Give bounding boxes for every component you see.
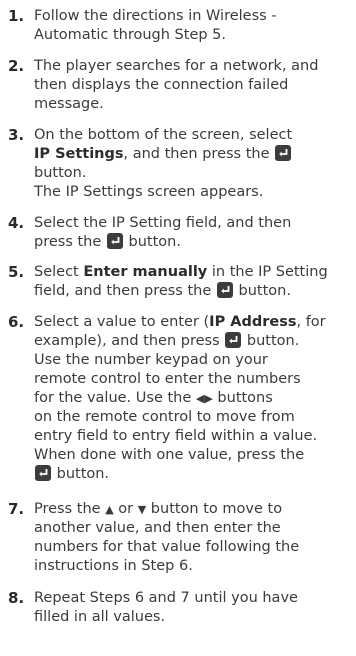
text: button. — [128, 234, 181, 250]
step-text: The player searches for a network, and t… — [34, 57, 352, 114]
down-arrow-icon: ▼ — [137, 503, 147, 516]
instruction-steps: 1. Follow the directions in Wireless - A… — [0, 0, 356, 656]
step-line: entry field to entry field within a valu… — [34, 428, 318, 444]
text: button. — [246, 333, 300, 349]
step-line: Press the ▲ or ▼ button to move to — [34, 500, 352, 519]
text: example), and then press — [34, 333, 220, 349]
step-line: Select the IP Setting field, and then — [34, 215, 292, 231]
step-line: When done with one value, press the — [34, 447, 305, 463]
step-number: 5. — [8, 263, 25, 281]
enter-icon — [225, 332, 242, 348]
step-line: on the remote control to move from — [34, 409, 295, 425]
step-line: then displays the connection failed — [34, 77, 289, 93]
step-line: filled in all values. — [34, 609, 166, 625]
ip-address-term: IP Address — [209, 314, 297, 330]
up-arrow-icon: ▲ — [105, 503, 114, 516]
text: , for — [296, 314, 326, 330]
step-text: Select a value to enter (IP Address, for… — [34, 313, 352, 484]
text: , and then press the — [123, 146, 270, 162]
step-number: 7. — [8, 500, 25, 518]
step-line: message. — [34, 96, 104, 112]
enter-icon — [106, 233, 123, 249]
step-line: example), and then press button. — [34, 332, 352, 351]
text: in the IP Setting — [211, 264, 328, 280]
step-line: press the button. — [34, 233, 352, 252]
step-text: On the bottom of the screen, select IP S… — [34, 126, 352, 202]
text: Select a value to enter ( — [34, 314, 210, 330]
step-number: 1. — [8, 7, 25, 25]
enter-icon — [275, 145, 292, 161]
step-number: 2. — [8, 57, 25, 75]
step-line: button. — [34, 465, 352, 484]
step-number: 3. — [8, 126, 25, 144]
step-text: Select Enter manually in the IP Setting … — [34, 263, 352, 301]
text: press the — [34, 234, 102, 250]
text: for the value. Use the — [34, 390, 192, 406]
step-line: On the bottom of the screen, select — [34, 127, 293, 143]
step-line: Select a value to enter (IP Address, for — [34, 313, 352, 332]
step-line: instructions in Step 6. — [34, 558, 193, 574]
text: field, and then press the — [34, 283, 212, 299]
enter-icon — [35, 465, 51, 481]
step-number: 8. — [8, 589, 25, 607]
enter-icon — [216, 282, 233, 298]
step-text: Select the IP Setting field, and then pr… — [34, 214, 352, 252]
enter-manually-term: Enter manually — [83, 264, 208, 280]
step-line: The IP Settings screen appears. — [34, 184, 264, 200]
step-line: Repeat Steps 6 and 7 until you have — [34, 590, 298, 606]
step-line: field, and then press the button. — [34, 282, 352, 301]
step-line: IP Settings, and then press the — [34, 145, 352, 164]
step-text: Follow the directions in Wireless - Auto… — [34, 7, 352, 45]
step-text: Repeat Steps 6 and 7 until you have fill… — [34, 589, 352, 627]
step-line: numbers for that value following the — [34, 539, 300, 555]
step-text: Press the ▲ or ▼ button to move to anoth… — [34, 500, 352, 576]
step-line: another value, and then enter the — [34, 520, 281, 536]
ip-settings-term: IP Settings — [34, 146, 124, 162]
text: button to move to — [150, 501, 283, 517]
step-number: 6. — [8, 313, 25, 331]
step-line: Automatic through Step 5. — [34, 27, 227, 43]
text: Select — [34, 264, 79, 280]
text: button. — [238, 283, 291, 299]
step-line: remote control to enter the numbers — [34, 371, 301, 387]
step-line: for the value. Use the ◀▶ buttons — [34, 389, 352, 408]
step-number: 4. — [8, 214, 25, 232]
text: button. — [56, 466, 110, 482]
text: buttons — [217, 390, 273, 406]
left-right-arrows-icon: ◀▶ — [195, 392, 213, 405]
step-line: button. — [34, 165, 87, 181]
step-line: Use the number keypad on your — [34, 352, 268, 368]
step-line: Select Enter manually in the IP Setting — [34, 263, 352, 282]
step-line: Follow the directions in Wireless - — [34, 8, 277, 24]
text: Press the — [34, 501, 101, 517]
text: or — [118, 501, 134, 517]
step-line: The player searches for a network, and — [34, 58, 319, 74]
